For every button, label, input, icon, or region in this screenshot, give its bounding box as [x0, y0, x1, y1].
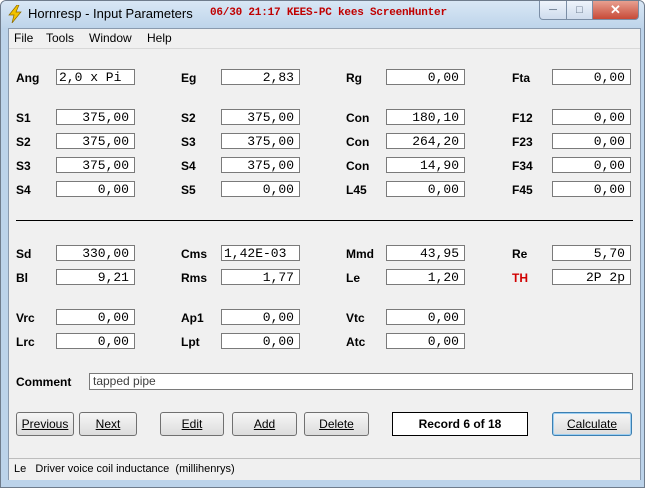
- label-f12: F12: [512, 111, 533, 125]
- field-rg[interactable]: 0,00: [386, 69, 465, 85]
- edit-button[interactable]: Edit: [160, 412, 224, 436]
- label-sd: Sd: [16, 247, 32, 261]
- maximize-icon: □: [576, 4, 583, 16]
- field-s2-left[interactable]: 375,00: [56, 133, 135, 149]
- label-f23: F23: [512, 135, 533, 149]
- label-s5: S5: [181, 183, 196, 197]
- label-rms: Rms: [181, 271, 208, 285]
- field-f34[interactable]: 0,00: [552, 157, 631, 173]
- close-icon: ✕: [610, 2, 621, 17]
- label-le: Le: [346, 271, 361, 285]
- field-th[interactable]: 2P 2p: [552, 269, 631, 285]
- section-divider: [16, 220, 633, 221]
- menu-help[interactable]: Help: [147, 31, 172, 45]
- label-s4-left: S4: [16, 183, 31, 197]
- label-re: Re: [512, 247, 528, 261]
- label-s3-left: S3: [16, 159, 31, 173]
- label-bl: Bl: [16, 271, 28, 285]
- menu-tools[interactable]: Tools: [46, 31, 74, 45]
- label-lpt: Lpt: [181, 335, 200, 349]
- label-con-1: Con: [346, 111, 370, 125]
- close-button[interactable]: ✕: [592, 1, 639, 20]
- field-vtc[interactable]: 0,00: [386, 309, 465, 325]
- field-fta[interactable]: 0,00: [552, 69, 631, 85]
- label-con-3: Con: [346, 159, 370, 173]
- comment-field[interactable]: tapped pipe: [89, 373, 633, 390]
- minimize-icon: ─: [549, 4, 557, 16]
- label-ang: Ang: [16, 71, 40, 85]
- label-s2-left: S2: [16, 135, 31, 149]
- menu-bar: File Tools Window Help: [9, 29, 640, 49]
- field-s1[interactable]: 375,00: [56, 109, 135, 125]
- label-cms: Cms: [181, 247, 208, 261]
- label-fta: Fta: [512, 71, 530, 85]
- label-vtc: Vtc: [346, 311, 365, 325]
- status-text: Le Driver voice coil inductance (millihe…: [14, 463, 235, 475]
- field-f23[interactable]: 0,00: [552, 133, 631, 149]
- calculate-button[interactable]: Calculate: [552, 412, 632, 436]
- field-ang[interactable]: 2,0 x Pi: [56, 69, 135, 85]
- label-rg: Rg: [346, 71, 362, 85]
- field-cms[interactable]: 1,42E-03: [221, 245, 300, 261]
- field-s5[interactable]: 0,00: [221, 181, 300, 197]
- previous-button[interactable]: Previous: [16, 412, 74, 436]
- field-f12[interactable]: 0,00: [552, 109, 631, 125]
- field-lrc[interactable]: 0,00: [56, 333, 135, 349]
- label-f45: F45: [512, 183, 533, 197]
- field-con-1[interactable]: 180,10: [386, 109, 465, 125]
- field-lpt[interactable]: 0,00: [221, 333, 300, 349]
- field-l45[interactable]: 0,00: [386, 181, 465, 197]
- label-s2: S2: [181, 111, 196, 125]
- field-ap1[interactable]: 0,00: [221, 309, 300, 325]
- field-bl[interactable]: 9,21: [56, 269, 135, 285]
- field-sd[interactable]: 330,00: [56, 245, 135, 261]
- label-s4: S4: [181, 159, 196, 173]
- field-f45[interactable]: 0,00: [552, 181, 631, 197]
- menu-file[interactable]: File: [14, 31, 33, 45]
- label-eg: Eg: [181, 71, 197, 85]
- menu-window[interactable]: Window: [89, 31, 132, 45]
- field-s3-left[interactable]: 375,00: [56, 157, 135, 173]
- field-s2[interactable]: 375,00: [221, 109, 300, 125]
- label-comment: Comment: [16, 375, 72, 389]
- label-ap1: Ap1: [181, 311, 204, 325]
- record-indicator: Record 6 of 18: [392, 412, 528, 436]
- field-s4[interactable]: 375,00: [221, 157, 300, 173]
- add-button[interactable]: Add: [232, 412, 297, 436]
- field-con-3[interactable]: 14,90: [386, 157, 465, 173]
- title-bar: Hornresp - Input Parameters 06/30 21:17 …: [1, 1, 644, 28]
- label-s3: S3: [181, 135, 196, 149]
- input-parameters-panel: File Tools Window Help Ang 2,0 x Pi Eg 2…: [8, 28, 641, 480]
- label-con-2: Con: [346, 135, 370, 149]
- label-mmd: Mmd: [346, 247, 374, 261]
- field-atc[interactable]: 0,00: [386, 333, 465, 349]
- next-button[interactable]: Next: [79, 412, 137, 436]
- label-lrc: Lrc: [16, 335, 35, 349]
- field-s4-left[interactable]: 0,00: [56, 181, 135, 197]
- label-atc: Atc: [346, 335, 366, 349]
- label-th[interactable]: TH: [512, 271, 528, 285]
- label-l45: L45: [346, 183, 367, 197]
- label-s1: S1: [16, 111, 31, 125]
- window-title: Hornresp - Input Parameters: [28, 6, 193, 21]
- field-re[interactable]: 5,70: [552, 245, 631, 261]
- field-vrc[interactable]: 0,00: [56, 309, 135, 325]
- field-le[interactable]: 1,20: [386, 269, 465, 285]
- minimize-button[interactable]: ─: [539, 1, 567, 20]
- delete-button[interactable]: Delete: [304, 412, 369, 436]
- app-window: Hornresp - Input Parameters 06/30 21:17 …: [0, 0, 645, 488]
- lightning-bolt-icon: [8, 5, 22, 23]
- label-vrc: Vrc: [16, 311, 35, 325]
- screenhunter-overlay: 06/30 21:17 KEES-PC kees ScreenHunter: [210, 7, 447, 19]
- field-rms[interactable]: 1,77: [221, 269, 300, 285]
- maximize-button[interactable]: □: [566, 1, 593, 20]
- status-bar: Le Driver voice coil inductance (millihe…: [9, 458, 640, 480]
- field-mmd[interactable]: 43,95: [386, 245, 465, 261]
- label-f34: F34: [512, 159, 533, 173]
- field-eg[interactable]: 2,83: [221, 69, 300, 85]
- field-s3[interactable]: 375,00: [221, 133, 300, 149]
- field-con-2[interactable]: 264,20: [386, 133, 465, 149]
